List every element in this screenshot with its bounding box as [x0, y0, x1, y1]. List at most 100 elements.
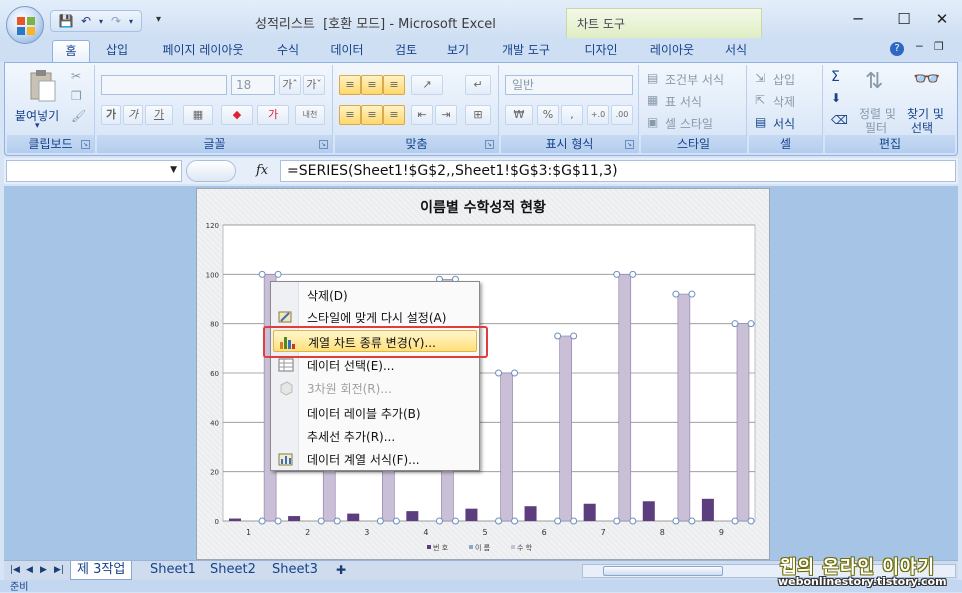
align-top-icon[interactable]: ≡: [339, 75, 361, 95]
undo-icon[interactable]: ↶: [77, 13, 95, 29]
last-sheet-icon[interactable]: ▶|: [54, 565, 64, 575]
font-color-icon[interactable]: 가: [257, 105, 289, 125]
insert-sheet-icon[interactable]: ✚: [336, 563, 346, 577]
tab-formulas[interactable]: 수식: [266, 40, 310, 62]
conditional-format-button[interactable]: 조건부 서식: [665, 71, 724, 88]
name-box-dropdown-icon[interactable]: ▼: [170, 165, 177, 175]
next-sheet-icon[interactable]: ▶: [40, 565, 47, 575]
office-button[interactable]: [6, 6, 44, 44]
copy-icon[interactable]: ❐: [71, 89, 82, 103]
find-select-icon[interactable]: 👓: [913, 67, 940, 92]
align-bottom-icon[interactable]: ≡: [383, 75, 405, 95]
paste-dropdown-icon[interactable]: ▾: [35, 121, 40, 131]
underline-button[interactable]: 가: [145, 105, 173, 125]
cell-style-button[interactable]: 셀 스타일: [665, 115, 713, 132]
table-format-button[interactable]: 표 서식: [665, 93, 702, 110]
menu-item-delete[interactable]: 삭제(D): [273, 284, 477, 306]
fill-icon[interactable]: ⬇: [831, 91, 841, 105]
increase-decimal-icon[interactable]: +.0: [587, 105, 609, 125]
comma-button[interactable]: ,: [561, 105, 583, 125]
fill-color-icon[interactable]: ◆: [221, 105, 253, 125]
number-format-box[interactable]: 일반: [505, 75, 633, 95]
number-launcher-icon[interactable]: ↘: [625, 140, 634, 149]
paste-icon[interactable]: [27, 69, 57, 105]
tab-chart-layout[interactable]: 레이아웃: [638, 40, 706, 62]
conditional-format-icon[interactable]: ▤: [647, 71, 658, 85]
ribbon-restore-icon[interactable]: ❐: [934, 40, 944, 53]
sheet-tab-active[interactable]: 제 3작업: [70, 561, 133, 580]
align-right-icon[interactable]: ≡: [383, 105, 405, 125]
align-center-icon[interactable]: ≡: [361, 105, 383, 125]
percent-button[interactable]: %: [537, 105, 559, 125]
sort-filter-icon[interactable]: ⇅: [865, 69, 883, 94]
prev-sheet-icon[interactable]: ◀: [26, 565, 33, 575]
sheet-tab[interactable]: Sheet2: [204, 561, 262, 580]
sheet-tab[interactable]: Sheet3: [266, 561, 324, 580]
tab-chart-design[interactable]: 디자인: [574, 40, 628, 62]
name-box[interactable]: ▼: [6, 160, 182, 182]
ribbon-minimize-icon[interactable]: ─: [916, 40, 923, 53]
minimize-button[interactable]: ─: [838, 8, 878, 30]
align-left-icon[interactable]: ≡: [339, 105, 361, 125]
autosum-button[interactable]: Σ: [831, 69, 840, 85]
italic-button[interactable]: 가: [123, 105, 143, 125]
alignment-launcher-icon[interactable]: ↘: [485, 140, 494, 149]
font-launcher-icon[interactable]: ↘: [319, 140, 328, 149]
tab-developer[interactable]: 개발 도구: [490, 40, 562, 62]
tab-view[interactable]: 보기: [436, 40, 480, 62]
formula-input[interactable]: =SERIES(Sheet1!$G$2,,Sheet1!$G$3:$G$11,3…: [280, 160, 956, 182]
formula-expand-handle[interactable]: [186, 160, 236, 182]
clear-icon[interactable]: ⌫: [831, 113, 848, 127]
table-format-icon[interactable]: ▦: [647, 93, 658, 107]
border-icon[interactable]: ▦: [183, 105, 213, 125]
orientation-icon[interactable]: ↗: [411, 75, 443, 95]
menu-item-format-series[interactable]: 데이터 계열 서식(F)...: [273, 448, 477, 470]
shrink-font-icon[interactable]: 가ˇ: [303, 75, 325, 95]
sort-filter-button-line2[interactable]: 필터: [865, 119, 887, 136]
tab-review[interactable]: 검토: [384, 40, 428, 62]
grow-font-icon[interactable]: 가ˆ: [279, 75, 301, 95]
wrap-text-icon[interactable]: ↵: [465, 75, 491, 95]
find-select-button-line2[interactable]: 선택: [911, 119, 933, 136]
decrease-indent-icon[interactable]: ⇤: [411, 105, 433, 125]
cut-icon[interactable]: ✂: [71, 69, 81, 83]
maximize-button[interactable]: ☐: [884, 8, 924, 30]
font-name-box[interactable]: [101, 75, 227, 95]
tab-data[interactable]: 데이터: [320, 40, 374, 62]
first-sheet-icon[interactable]: |◀: [10, 565, 20, 575]
menu-item-add-trendline[interactable]: 추세선 추가(R)...: [273, 425, 477, 447]
scrollbar-thumb[interactable]: [603, 566, 723, 576]
format-cells-icon[interactable]: ▤: [755, 115, 766, 129]
tab-page-layout[interactable]: 페이지 레이아웃: [150, 40, 256, 62]
help-icon[interactable]: ?: [890, 42, 904, 56]
format-cells-button[interactable]: 서식: [773, 115, 795, 132]
format-painter-icon[interactable]: 🖌: [71, 109, 86, 123]
currency-button[interactable]: ₩: [505, 105, 533, 125]
redo-icon[interactable]: ↷: [107, 13, 125, 29]
menu-item-add-data-labels[interactable]: 데이터 레이블 추가(B): [273, 402, 477, 424]
phonetic-icon[interactable]: 내천: [295, 105, 325, 125]
decrease-decimal-icon[interactable]: .00: [611, 105, 633, 125]
tab-insert[interactable]: 삽입: [96, 40, 138, 62]
font-size-box[interactable]: 18: [231, 75, 275, 95]
insert-function-icon[interactable]: fx: [256, 163, 268, 178]
align-middle-icon[interactable]: ≡: [361, 75, 383, 95]
tab-home[interactable]: 홈: [52, 40, 90, 62]
sheet-tab[interactable]: Sheet1: [144, 561, 202, 580]
delete-cells-button[interactable]: 삭제: [773, 93, 795, 110]
increase-indent-icon[interactable]: ⇥: [435, 105, 457, 125]
save-icon[interactable]: 💾: [57, 13, 75, 29]
bold-button[interactable]: 가: [101, 105, 121, 125]
undo-dropdown-icon[interactable]: ▾: [97, 13, 105, 29]
cell-style-icon[interactable]: ▣: [647, 115, 658, 129]
customize-qat-icon[interactable]: ▾: [156, 14, 161, 25]
delete-cells-icon[interactable]: ⇱: [755, 93, 765, 107]
clipboard-launcher-icon[interactable]: ↘: [81, 140, 90, 149]
tab-chart-format[interactable]: 서식: [714, 40, 758, 62]
redo-dropdown-icon[interactable]: ▾: [127, 13, 135, 29]
close-button[interactable]: ✕: [922, 8, 962, 30]
merge-cells-icon[interactable]: ⊞: [465, 105, 491, 125]
insert-cells-icon[interactable]: ⇲: [755, 71, 765, 85]
menu-item-reset-style[interactable]: 스타일에 맞게 다시 설정(A): [273, 306, 477, 328]
insert-cells-button[interactable]: 삽입: [773, 71, 795, 88]
